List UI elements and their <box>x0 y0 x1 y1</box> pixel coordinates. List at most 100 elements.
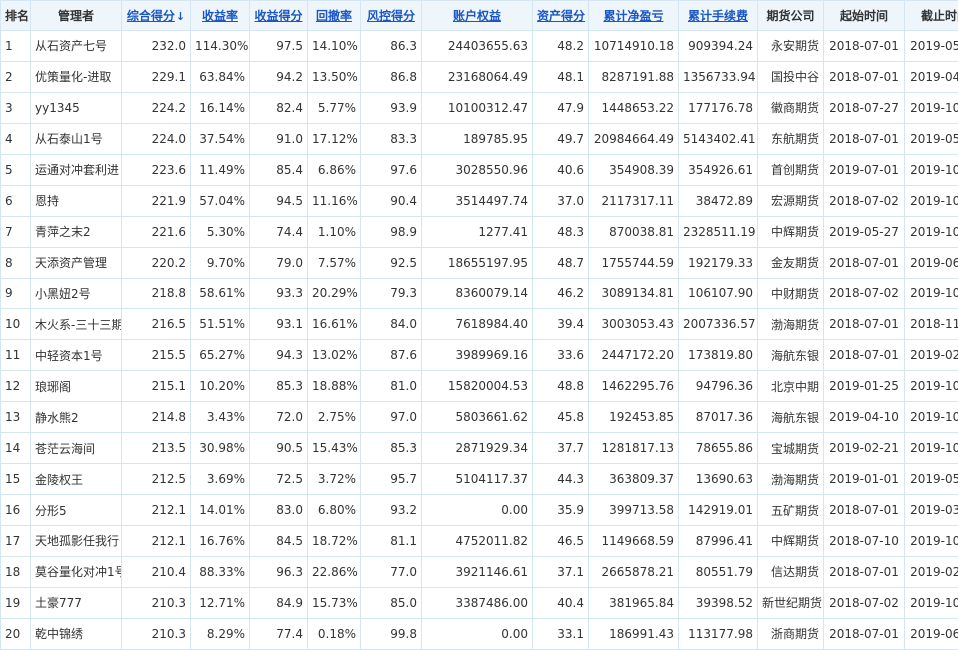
return-score-cell: 72.0 <box>250 402 308 433</box>
return-rate-cell: 5.30% <box>191 216 250 247</box>
cumulative-profit-cell: 3003053.43 <box>589 309 679 340</box>
table-row[interactable]: 1从石资产七号232.0114.30%97.514.10%86.32440365… <box>1 31 958 62</box>
asset-score-cell: 37.1 <box>533 556 589 587</box>
manager-name-link[interactable]: 金陵权王 <box>31 464 122 495</box>
sort-header-risk-score[interactable]: 风控得分 <box>361 1 422 31</box>
cumulative-fee-cell: 192179.33 <box>679 247 758 278</box>
return-rate-cell: 58.61% <box>191 278 250 309</box>
return-score-cell: 77.4 <box>250 618 308 649</box>
rank-cell: 7 <box>1 216 31 247</box>
end-date-cell: 2019-10-08 <box>905 433 958 464</box>
sort-header-cumulative-fee[interactable]: 累计手续费 <box>679 1 758 31</box>
sort-header-equity[interactable]: 账户权益 <box>422 1 533 31</box>
manager-name-link[interactable]: 青萍之末2 <box>31 216 122 247</box>
manager-name-link[interactable]: 琅琊阁 <box>31 371 122 402</box>
manager-name-link[interactable]: 中轻资本1号 <box>31 340 122 371</box>
table-row[interactable]: 8天添资产管理220.29.70%79.07.57%92.518655197.9… <box>1 247 958 278</box>
cumulative-fee-cell: 5143402.41 <box>679 123 758 154</box>
cumulative-profit-cell: 1448653.22 <box>589 92 679 123</box>
cumulative-profit-cell: 2447172.20 <box>589 340 679 371</box>
risk-score-cell: 93.9 <box>361 92 422 123</box>
manager-name-link[interactable]: 运通对冲套利进 <box>31 154 122 185</box>
manager-name-link[interactable]: 分形5 <box>31 495 122 526</box>
start-date-cell: 2018-07-02 <box>824 278 905 309</box>
manager-name-link[interactable]: 天地孤影任我行 <box>31 526 122 557</box>
manager-name-link[interactable]: 乾中锦绣 <box>31 618 122 649</box>
drawdown-cell: 15.43% <box>308 433 361 464</box>
rank-cell: 19 <box>1 587 31 618</box>
asset-score-cell: 45.8 <box>533 402 589 433</box>
table-row[interactable]: 15金陵权王212.53.69%72.53.72%95.75104117.374… <box>1 464 958 495</box>
table-row[interactable]: 12琅琊阁215.110.20%85.318.88%81.015820004.5… <box>1 371 958 402</box>
manager-name-link[interactable]: 天添资产管理 <box>31 247 122 278</box>
manager-name-link[interactable]: 优策量化-进取 <box>31 61 122 92</box>
composite-score-cell: 213.5 <box>122 433 191 464</box>
sort-header-composite-score[interactable]: 综合得分↓ <box>122 1 191 31</box>
return-rate-cell: 3.69% <box>191 464 250 495</box>
asset-score-cell: 37.7 <box>533 433 589 464</box>
table-row[interactable]: 6恩持221.957.04%94.511.16%90.43514497.7437… <box>1 185 958 216</box>
manager-name-link[interactable]: 木火系-三十三期 <box>31 309 122 340</box>
cumulative-fee-cell: 80551.79 <box>679 556 758 587</box>
asset-score-cell: 33.1 <box>533 618 589 649</box>
sort-header-return-rate[interactable]: 收益率 <box>191 1 250 31</box>
table-row[interactable]: 11中轻资本1号215.565.27%94.313.02%87.63989969… <box>1 340 958 371</box>
manager-name-link[interactable]: 恩持 <box>31 185 122 216</box>
equity-cell: 18655197.95 <box>422 247 533 278</box>
return-score-cell: 94.5 <box>250 185 308 216</box>
manager-name-link[interactable]: 小黑妞2号 <box>31 278 122 309</box>
composite-score-cell: 232.0 <box>122 31 191 62</box>
manager-name-link[interactable]: 从石资产七号 <box>31 31 122 62</box>
manager-name-link[interactable]: 静水熊2 <box>31 402 122 433</box>
sort-header-asset-score[interactable]: 资产得分 <box>533 1 589 31</box>
manager-name-link[interactable]: yy1345 <box>31 92 122 123</box>
futures-company-cell: 宝城期货 <box>758 433 824 464</box>
risk-score-cell: 86.8 <box>361 61 422 92</box>
composite-score-cell: 221.9 <box>122 185 191 216</box>
drawdown-cell: 5.77% <box>308 92 361 123</box>
manager-name-link[interactable]: 苍茫云海间 <box>31 433 122 464</box>
rank-cell: 3 <box>1 92 31 123</box>
return-score-cell: 91.0 <box>250 123 308 154</box>
risk-score-cell: 83.3 <box>361 123 422 154</box>
equity-cell: 2871929.34 <box>422 433 533 464</box>
risk-score-cell: 97.0 <box>361 402 422 433</box>
equity-cell: 189785.95 <box>422 123 533 154</box>
start-date-cell: 2018-07-10 <box>824 526 905 557</box>
table-row[interactable]: 4从石泰山1号224.037.54%91.017.12%83.3189785.9… <box>1 123 958 154</box>
risk-score-cell: 86.3 <box>361 31 422 62</box>
table-row[interactable]: 17天地孤影任我行212.116.76%84.518.72%81.1475201… <box>1 526 958 557</box>
end-date-cell: 2019-05-08 <box>905 31 958 62</box>
table-row[interactable]: 14苍茫云海间213.530.98%90.515.43%85.32871929.… <box>1 433 958 464</box>
table-row[interactable]: 19土豪777210.312.71%84.915.73%85.03387486.… <box>1 587 958 618</box>
drawdown-cell: 3.72% <box>308 464 361 495</box>
risk-score-cell: 85.0 <box>361 587 422 618</box>
return-score-cell: 79.0 <box>250 247 308 278</box>
column-header-manager: 管理者 <box>31 1 122 31</box>
table-row[interactable]: 10木火系-三十三期216.551.51%93.116.61%84.076189… <box>1 309 958 340</box>
table-row[interactable]: 9小黑妞2号218.858.61%93.320.29%79.38360079.1… <box>1 278 958 309</box>
futures-company-cell: 中辉期货 <box>758 526 824 557</box>
table-row[interactable]: 16分形5212.114.01%83.06.80%93.20.0035.9399… <box>1 495 958 526</box>
table-row[interactable]: 18莫谷量化对冲1号210.488.33%96.322.86%77.039211… <box>1 556 958 587</box>
cumulative-fee-cell: 1356733.94 <box>679 61 758 92</box>
manager-name-link[interactable]: 土豪777 <box>31 587 122 618</box>
equity-cell: 5104117.37 <box>422 464 533 495</box>
return-rate-cell: 11.49% <box>191 154 250 185</box>
manager-name-link[interactable]: 莫谷量化对冲1号 <box>31 556 122 587</box>
return-score-cell: 74.4 <box>250 216 308 247</box>
table-row[interactable]: 3yy1345224.216.14%82.45.77%93.910100312.… <box>1 92 958 123</box>
sort-header-return-score[interactable]: 收益得分 <box>250 1 308 31</box>
rank-cell: 1 <box>1 31 31 62</box>
drawdown-cell: 6.80% <box>308 495 361 526</box>
table-row[interactable]: 7青萍之末2221.65.30%74.41.10%98.91277.4148.3… <box>1 216 958 247</box>
table-row[interactable]: 5运通对冲套利进223.611.49%85.46.86%97.63028550.… <box>1 154 958 185</box>
composite-score-cell: 224.2 <box>122 92 191 123</box>
rank-cell: 12 <box>1 371 31 402</box>
manager-name-link[interactable]: 从石泰山1号 <box>31 123 122 154</box>
sort-header-cumulative-profit[interactable]: 累计净盈亏 <box>589 1 679 31</box>
sort-header-drawdown[interactable]: 回撤率 <box>308 1 361 31</box>
table-row[interactable]: 13静水熊2214.83.43%72.02.75%97.05803661.624… <box>1 402 958 433</box>
table-row[interactable]: 20乾中锦绣210.38.29%77.40.18%99.80.0033.1186… <box>1 618 958 649</box>
table-row[interactable]: 2优策量化-进取229.163.84%94.213.50%86.82316806… <box>1 61 958 92</box>
